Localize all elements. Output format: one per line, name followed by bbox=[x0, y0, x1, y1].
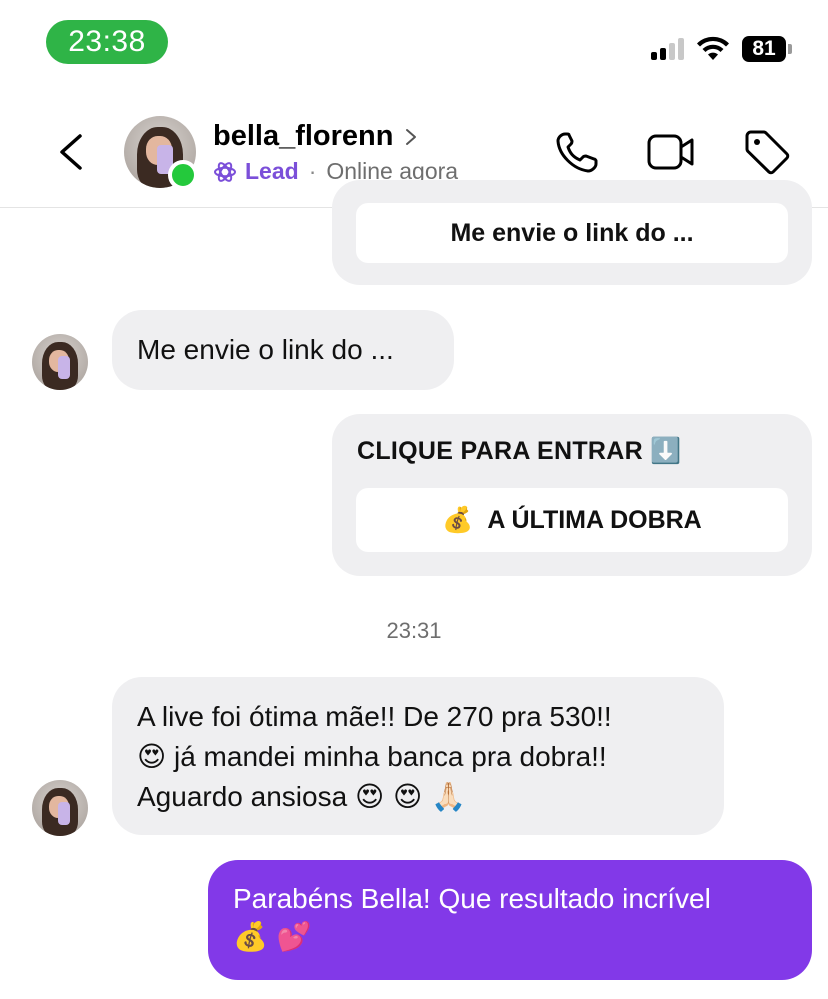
status-time: 23:38 bbox=[46, 20, 168, 64]
emoji-group: 💰 💕 bbox=[233, 920, 312, 953]
avatar[interactable] bbox=[124, 116, 198, 190]
video-icon[interactable] bbox=[646, 128, 696, 176]
emoji-group: 😍 😍 🙏🏻 bbox=[354, 780, 466, 813]
cta-card: CLIQUE PARA ENTRAR ⬇️ 💰 A ÚLTIMA DOBRA bbox=[332, 414, 812, 576]
lead-label: Lead bbox=[245, 158, 299, 184]
battery-level: 81 bbox=[742, 36, 786, 62]
phone-icon[interactable] bbox=[553, 128, 603, 176]
cta-button[interactable]: 💰 A ÚLTIMA DOBRA bbox=[356, 488, 788, 552]
cta-heading: CLIQUE PARA ENTRAR ⬇️ bbox=[357, 436, 682, 465]
back-chevron-icon[interactable] bbox=[52, 128, 90, 176]
status-indicators: 81 bbox=[651, 34, 792, 64]
avatar bbox=[32, 780, 88, 836]
battery-icon: 81 bbox=[742, 36, 792, 62]
online-indicator bbox=[168, 160, 198, 190]
signal-icon bbox=[651, 38, 684, 60]
separator-dot: · bbox=[308, 158, 317, 184]
message-line: Parabéns Bella! Que resultado incrível bbox=[233, 883, 711, 914]
message-line: 😍 já mandei minha banca pra dobra!! bbox=[137, 740, 607, 773]
chevron-right-icon bbox=[405, 128, 416, 145]
profile-link[interactable]: bella_florenn bbox=[213, 120, 418, 153]
message-line: Aguardo ansiosa 😍 😍 🙏🏻 bbox=[137, 780, 466, 813]
incoming-message[interactable]: Me envie o link do ... bbox=[112, 310, 454, 390]
incoming-message[interactable]: A live foi ótima mãe!! De 270 pra 530!! … bbox=[112, 677, 724, 835]
link-card: Me envie o link do ... bbox=[332, 180, 812, 285]
tag-icon[interactable] bbox=[742, 128, 792, 176]
outgoing-message[interactable]: Parabéns Bella! Que resultado incrível 💰… bbox=[208, 860, 812, 980]
message-timestamp: 23:31 bbox=[386, 618, 442, 643]
message-line: A live foi ótima mãe!! De 270 pra 530!! bbox=[137, 701, 612, 732]
wifi-icon bbox=[697, 36, 729, 60]
message-text: Me envie o link do ... bbox=[137, 334, 394, 365]
lead-icon bbox=[214, 161, 236, 182]
avatar bbox=[32, 334, 88, 390]
heart-eyes-icon: 😍 bbox=[137, 740, 167, 773]
link-card-button[interactable]: Me envie o link do ... bbox=[356, 203, 788, 263]
money-bag-icon: 💰 bbox=[442, 505, 474, 534]
username: bella_florenn bbox=[213, 120, 394, 152]
down-arrow-icon: ⬇️ bbox=[650, 436, 682, 465]
